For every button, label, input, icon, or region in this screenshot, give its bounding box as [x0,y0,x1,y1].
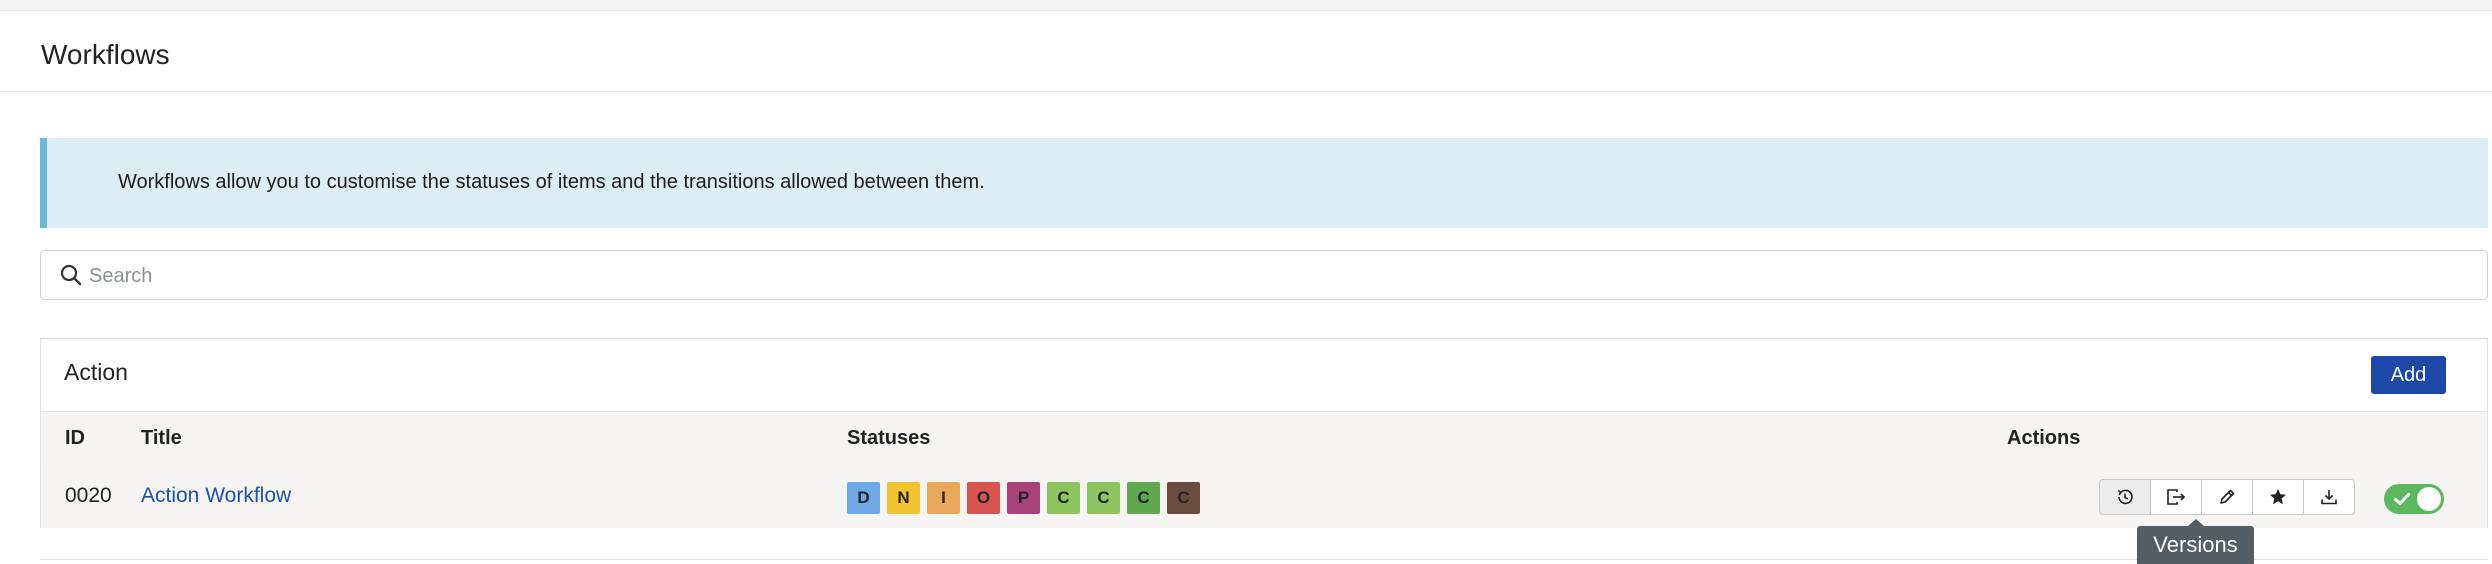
status-badge: C [1127,482,1160,514]
column-header-id: ID [65,427,85,449]
enabled-toggle[interactable] [2384,484,2444,514]
versions-button[interactable] [2099,479,2151,515]
favourite-button[interactable] [2252,479,2304,515]
search-input[interactable] [87,257,2471,295]
info-banner-text: Workflows allow you to customise the sta… [118,171,985,193]
pencil-icon [2220,489,2235,504]
column-header-statuses: Statuses [847,427,931,449]
status-badge: N [887,482,920,514]
table-row: 0020 Action Workflow DNIOPCCCC [41,466,2487,528]
status-badge: C [1087,482,1120,514]
download-button[interactable] [2303,479,2355,515]
check-icon [2394,493,2410,505]
status-badge: I [927,482,960,514]
add-button[interactable]: Add [2371,356,2446,394]
download-icon [2321,490,2337,505]
page-title: Workflows [41,39,170,70]
info-banner: Workflows allow you to customise the sta… [40,138,2488,228]
edit-button[interactable] [2201,479,2253,515]
status-badge: C [1047,482,1080,514]
next-section-border [40,559,2488,560]
row-actions [2099,479,2355,515]
star-icon [2270,489,2286,505]
top-strip [0,0,2492,11]
workflow-title-link[interactable]: Action Workflow [141,484,291,508]
workflow-section-action: Action Add ID Title Statuses Actions 002… [40,338,2488,528]
section-title: Action [64,359,128,385]
tooltip-arrow [2188,519,2204,526]
status-badge: O [967,482,1000,514]
page-header: Workflows [0,11,2492,92]
table-header: ID Title Statuses Actions [41,411,2487,467]
toggle-knob [2417,487,2441,511]
history-icon [2117,489,2133,505]
export-icon [2167,489,2186,505]
column-header-actions: Actions [2007,427,2081,449]
search-box[interactable] [40,250,2488,300]
status-badge: D [847,482,880,514]
status-badge: P [1007,482,1040,514]
versions-tooltip: Versions [2137,526,2254,564]
status-badge: C [1167,482,1200,514]
workflow-id: 0020 [65,484,112,507]
search-icon [60,264,82,286]
column-header-title: Title [141,427,182,449]
status-list: DNIOPCCCC [847,482,1200,514]
export-button[interactable] [2150,479,2202,515]
